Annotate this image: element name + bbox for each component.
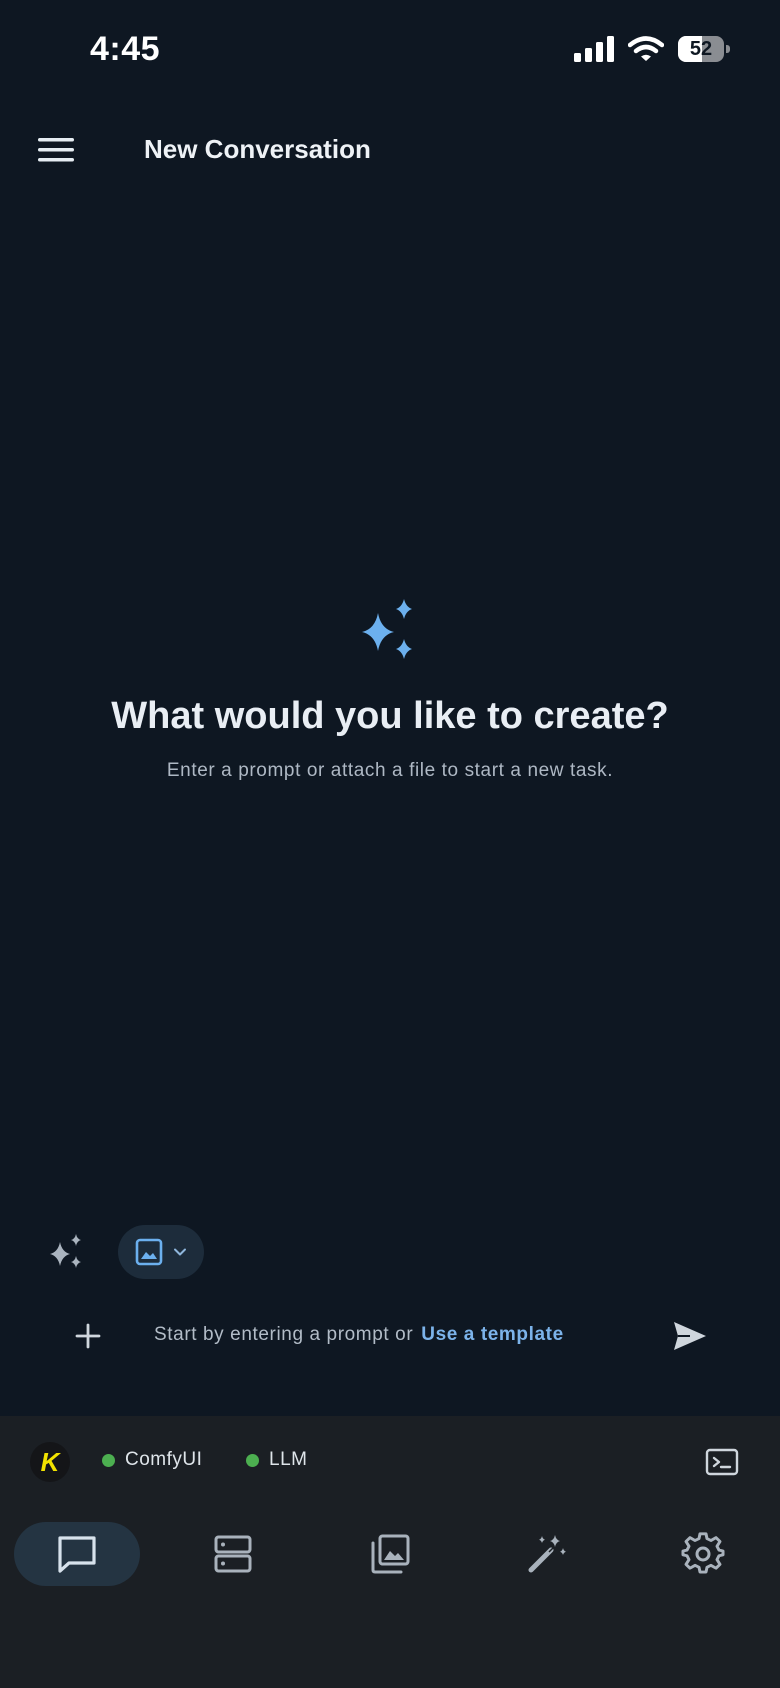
- servers-icon: [214, 1535, 252, 1573]
- logo-letter: K: [40, 1446, 60, 1477]
- battery-level: 52: [689, 38, 713, 60]
- image-icon: [135, 1238, 163, 1266]
- nav-magic[interactable]: [484, 1522, 610, 1586]
- bottom-panel: K ComfyUI LLM: [0, 1416, 780, 1688]
- nav-servers[interactable]: [170, 1522, 296, 1586]
- magic-wand-icon: [528, 1535, 566, 1573]
- hero-subtitle: Enter a prompt or attach a file to start…: [166, 760, 614, 781]
- battery-icon: 52: [678, 36, 730, 62]
- sparkles-icon: [362, 599, 412, 659]
- nav-chat[interactable]: [14, 1522, 140, 1586]
- status-dot-icon: [102, 1453, 115, 1467]
- chat-icon: [58, 1536, 96, 1573]
- status-dot-icon: [246, 1453, 259, 1467]
- status-icons: 52: [574, 36, 730, 62]
- cellular-signal-icon: [574, 36, 614, 62]
- plus-icon: [75, 1323, 101, 1349]
- use-template-link[interactable]: Use a template: [421, 1324, 564, 1345]
- wifi-icon: [628, 36, 664, 61]
- media-type-selector[interactable]: [118, 1225, 204, 1279]
- connection-llm[interactable]: LLM: [246, 1449, 307, 1471]
- connection-label: ComfyUI: [125, 1449, 203, 1470]
- send-button[interactable]: [670, 1316, 710, 1356]
- status-bar: 4:45 52: [0, 0, 780, 104]
- connection-comfyui[interactable]: ComfyUI: [102, 1449, 202, 1471]
- connection-label: LLM: [269, 1449, 308, 1470]
- send-icon: [674, 1322, 706, 1350]
- settings-icon: [681, 1532, 725, 1574]
- menu-button[interactable]: [34, 130, 78, 170]
- gallery-icon: [371, 1534, 410, 1574]
- app-logo[interactable]: K: [30, 1442, 70, 1482]
- connection-status-row: K ComfyUI LLM: [0, 1436, 780, 1488]
- status-time: 4:45: [90, 30, 161, 68]
- page-title: New Conversation: [144, 134, 371, 164]
- magic-sparkles-button[interactable]: [44, 1230, 88, 1274]
- terminal-button[interactable]: [704, 1444, 740, 1480]
- bottom-navigation: [0, 1522, 780, 1592]
- hero-heading: What would you like to create?: [111, 695, 669, 737]
- nav-settings[interactable]: [640, 1522, 766, 1586]
- top-app-bar: New Conversation: [0, 110, 780, 190]
- empty-state: What would you like to create? Enter a p…: [0, 595, 780, 782]
- nav-gallery[interactable]: [327, 1522, 453, 1586]
- composer-tools: [44, 1224, 204, 1280]
- hamburger-menu-icon: [38, 138, 74, 162]
- chevron-down-icon: [174, 1248, 186, 1256]
- terminal-icon: [705, 1448, 739, 1476]
- prompt-input[interactable]: Start by entering a prompt or Use a templ…: [154, 1324, 564, 1346]
- prompt-composer: Start by entering a prompt or Use a templ…: [0, 1300, 780, 1372]
- prompt-placeholder: Start by entering a prompt or: [154, 1324, 414, 1345]
- add-attachment-button[interactable]: [70, 1318, 106, 1354]
